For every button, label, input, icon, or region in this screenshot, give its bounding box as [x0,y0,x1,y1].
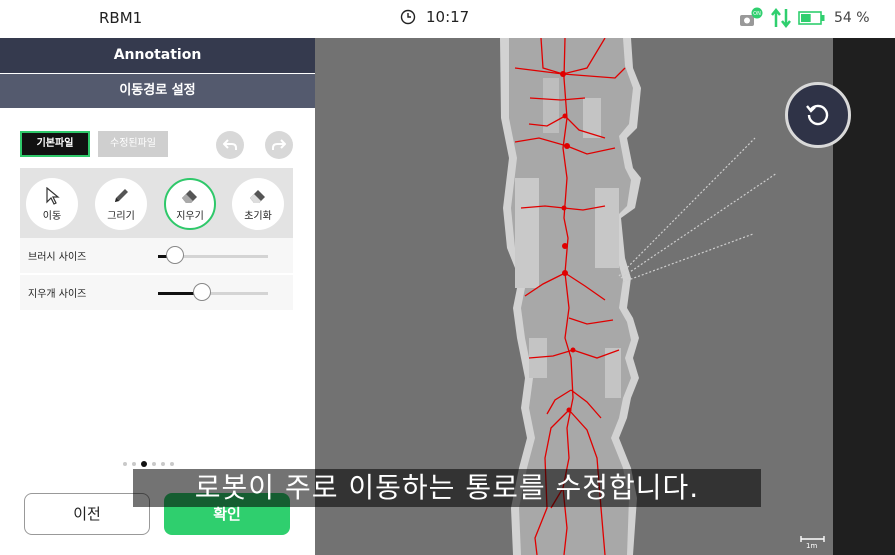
prev-button[interactable]: 이전 [24,493,150,535]
camera-badge: ON [753,11,761,17]
map-obstacle [515,178,539,288]
tool-palette: 이동 그리기 지우기 초기화 [20,168,293,238]
eraser-size-row: 지우개 사이즈 [20,275,293,310]
rotate-map-button[interactable] [785,82,851,148]
battery-icon [798,11,825,25]
page-dot[interactable] [152,462,156,466]
eraser-size-slider[interactable] [158,283,268,301]
rotate-icon [806,104,829,126]
redo-icon [272,139,286,150]
lidar-rays [618,137,778,283]
clock-icon [400,9,416,25]
pencil-icon [115,188,128,202]
eraser-size-label: 지우개 사이즈 [28,289,87,300]
brush-size-row: 브러시 사이즈 [20,238,293,273]
video-caption: 로봇이 주로 이동하는 통로를 수정합니다. [133,469,761,507]
map-obstacle [595,188,619,268]
page-dot[interactable] [141,461,147,467]
page-dot[interactable] [123,462,127,466]
brush-size-slider[interactable] [158,246,268,264]
clock-time: 10:17 [426,8,470,26]
brush-size-thumb[interactable] [165,246,184,264]
battery-percent: 54 % [834,10,870,26]
tab-modified-file[interactable]: 수정된파일 [98,131,168,157]
undo-button[interactable] [216,131,244,159]
tool-erase-button[interactable]: 지우기 [164,178,216,230]
page-dot[interactable] [161,462,165,466]
redo-button[interactable] [265,131,293,159]
eraser-icon [182,189,197,203]
map-scale-label: 1m [806,542,818,550]
tool-reset-button[interactable]: 초기화 [232,178,284,230]
battery-level [801,14,811,22]
map-obstacle [605,348,621,398]
tool-erase-label: 지우기 [176,210,204,222]
tool-move-label: 이동 [42,210,62,222]
eraser-size-thumb[interactable] [193,283,211,301]
page-indicator [123,461,174,467]
data-transfer-icon [771,7,791,29]
page-dot[interactable] [170,462,174,466]
panel-subtitle: 이동경로 설정 [0,74,315,108]
device-name: RBM1 [99,9,143,27]
status-bar: RBM1 10:17 ON 54 % [0,0,895,38]
tab-default-file[interactable]: 기본파일 [20,131,90,157]
tool-draw-button[interactable]: 그리기 [95,178,147,230]
panel-title: Annotation [0,38,315,73]
tool-reset-label: 초기화 [244,210,272,222]
page-dot[interactable] [132,462,136,466]
brush-size-label: 브러시 사이즈 [28,252,87,263]
cursor-icon [46,186,60,205]
undo-icon [223,139,237,150]
tool-draw-label: 그리기 [107,210,135,222]
tool-move-button[interactable]: 이동 [26,178,78,230]
camera-on-icon: ON [740,7,763,26]
clear-eraser-icon [250,189,265,203]
map-obstacle [543,78,559,133]
status-icons: ON 54 % [738,7,870,29]
clock: 10:17 [400,8,469,26]
